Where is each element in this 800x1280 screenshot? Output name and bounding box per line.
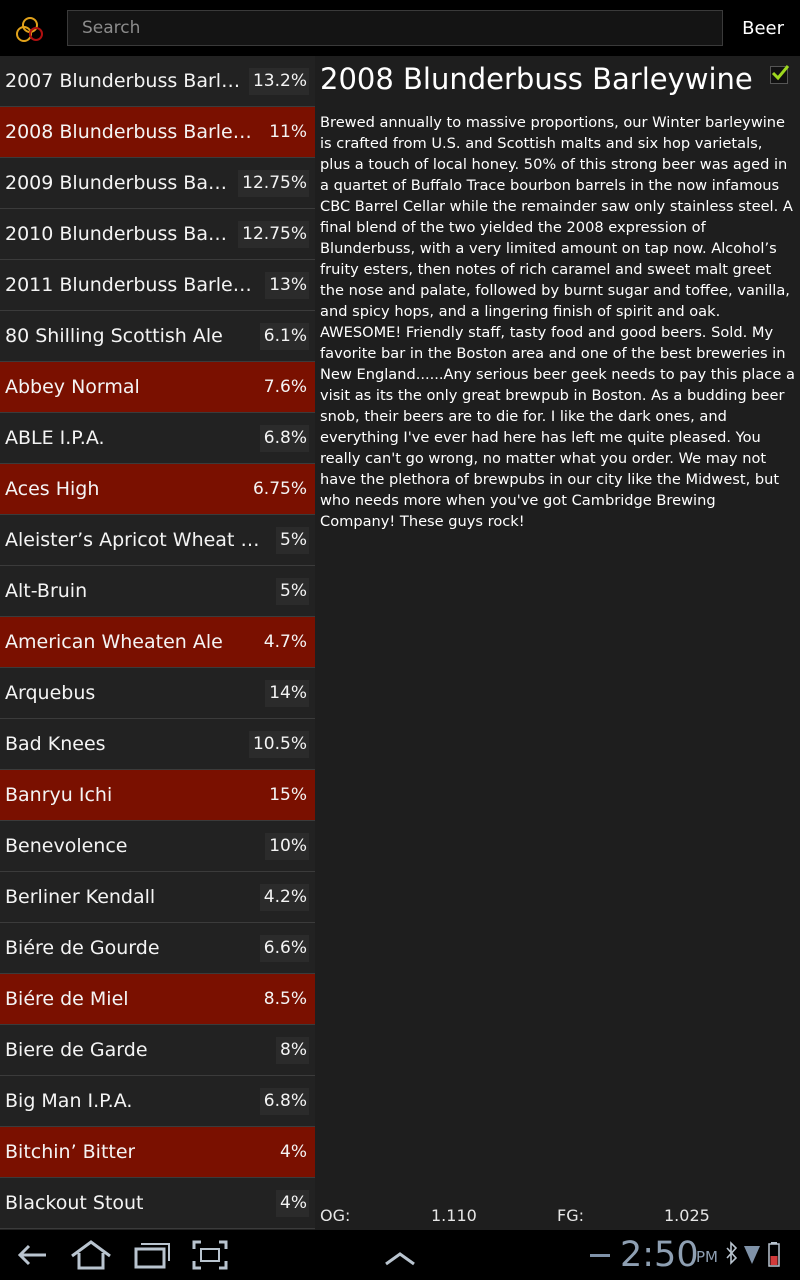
beer-list-item[interactable]: Biére de Miel 8.5% (0, 974, 315, 1025)
fg-label: FG: (557, 1206, 584, 1225)
beer-abv: 8% (276, 1037, 309, 1064)
beer-detail-pane: 2008 Blunderbuss Barleywine Brewed annua… (315, 56, 800, 1230)
beer-abv: 8.5% (259, 986, 309, 1013)
og-value: 1.110 (431, 1206, 477, 1225)
gravity-readout: OG: 1.110 FG: 1.025 (320, 1206, 795, 1230)
beer-name: Berliner Kendall (5, 886, 156, 908)
beer-title: 2008 Blunderbuss Barleywine (320, 62, 753, 96)
beer-name: 2009 Blunderbuss Barle... (5, 172, 232, 194)
action-bar: Beer (0, 0, 800, 56)
beer-name: 80 Shilling Scottish Ale (5, 325, 223, 347)
beer-name: Alt-Bruin (5, 580, 88, 602)
beer-list-item[interactable]: 2010 Blunderbuss Barle... 12.75% (0, 209, 315, 260)
beer-abv: 5% (276, 527, 309, 554)
beer-name: Bitchin’ Bitter (5, 1141, 136, 1163)
signal-icon (742, 1238, 762, 1272)
beer-list-item[interactable]: ABLE I.P.A. 6.8% (0, 413, 315, 464)
beer-abv: 12.75% (238, 221, 309, 248)
beer-name: Biere de Garde (5, 1039, 148, 1061)
beer-list[interactable]: 2007 Blunderbuss Barley... 13.2% 2008 Blun… (0, 56, 315, 1230)
beer-list-item[interactable]: Biére de Gourde 6.6% (0, 923, 315, 974)
beer-list-item[interactable]: Aces High 6.75% (0, 464, 315, 515)
beer-list-item[interactable]: 2008 Blunderbuss Barleywi... 11% (0, 107, 315, 158)
beer-abv: 6.75% (248, 476, 309, 503)
cbc-logo-icon[interactable] (12, 12, 48, 46)
beer-abv: 12.75% (238, 170, 309, 197)
beer-abv: 10% (265, 833, 309, 860)
beer-list-item[interactable]: Big Man I.P.A. 6.8% (0, 1076, 315, 1127)
beer-name: Abbey Normal (5, 376, 140, 398)
beer-name: Aleister’s Apricot Wheat Ale (5, 529, 270, 551)
beer-abv: 5% (276, 578, 309, 605)
beer-abv: 4% (276, 1139, 309, 1166)
beer-abv: 4.2% (259, 884, 309, 911)
beer-list-item[interactable]: Biere de Garde 8% (0, 1025, 315, 1076)
beer-name: Banryu Ichi (5, 784, 113, 806)
battery-icon (766, 1238, 782, 1272)
beer-name: Arquebus (5, 682, 96, 704)
home-icon[interactable] (68, 1238, 114, 1272)
beer-name: ABLE I.P.A. (5, 427, 105, 449)
beer-list-item[interactable]: 80 Shilling Scottish Ale 6.1% (0, 311, 315, 362)
beer-name: 2010 Blunderbuss Barle... (5, 223, 232, 245)
beer-name: 2011 Blunderbuss Barleywi... (5, 274, 259, 296)
beer-description: Brewed annually to massive proportions, … (320, 114, 795, 530)
beer-list-item[interactable]: Berliner Kendall 4.2% (0, 872, 315, 923)
beer-list-item[interactable]: Benevolence 10% (0, 821, 315, 872)
beer-abv: 11% (265, 119, 309, 146)
beer-name: Blackout Stout (5, 1192, 144, 1214)
beer-name: Biére de Miel (5, 988, 129, 1010)
beer-abv: 14% (265, 680, 309, 707)
search-box[interactable] (67, 10, 723, 46)
beer-abv: 10.5% (248, 731, 309, 758)
notification-dash-icon (588, 1238, 612, 1272)
clock-time: 2:50 (620, 1235, 699, 1275)
back-icon[interactable] (12, 1238, 52, 1272)
beer-type-label[interactable]: Beer (742, 0, 784, 56)
recent-apps-icon[interactable] (132, 1238, 172, 1272)
screenshot-icon[interactable] (190, 1238, 230, 1272)
beer-name: Aces High (5, 478, 100, 500)
beer-list-item[interactable]: Banryu Ichi 15% (0, 770, 315, 821)
beer-list-item[interactable]: 2007 Blunderbuss Barley... 13.2% (0, 56, 315, 107)
beer-list-item[interactable]: American Wheaten Ale 4.7% (0, 617, 315, 668)
beer-abv: 7.6% (259, 374, 309, 401)
beer-abv: 4.7% (259, 629, 309, 656)
beer-name: Biére de Gourde (5, 937, 160, 959)
favorite-checkbox[interactable] (770, 65, 789, 84)
beer-abv: 13.2% (248, 68, 309, 95)
beer-list-item[interactable]: Blackout Stout 4% (0, 1178, 315, 1229)
clock-ampm: PM (696, 1248, 718, 1266)
beer-list-item[interactable]: Arquebus 14% (0, 668, 315, 719)
beer-name: Bad Knees (5, 733, 106, 755)
beer-list-item[interactable]: Alt-Bruin 5% (0, 566, 315, 617)
checkmark-icon (771, 65, 789, 81)
beer-abv: 15% (265, 782, 309, 809)
bluetooth-icon (724, 1238, 740, 1272)
beer-name: 2007 Blunderbuss Barley... (5, 70, 243, 92)
beer-abv: 6.8% (259, 1088, 309, 1115)
beer-list-item[interactable]: Bitchin’ Bitter 4% (0, 1127, 315, 1178)
beer-abv: 6.1% (259, 323, 309, 350)
beer-list-item[interactable]: Abbey Normal 7.6% (0, 362, 315, 413)
fg-value: 1.025 (664, 1206, 710, 1225)
beer-list-item[interactable]: Aleister’s Apricot Wheat Ale 5% (0, 515, 315, 566)
beer-abv: 6.8% (259, 425, 309, 452)
beer-name: American Wheaten Ale (5, 631, 223, 653)
system-bar: 2:50 PM (0, 1230, 800, 1280)
beer-name: 2008 Blunderbuss Barleywi... (5, 121, 259, 143)
beer-list-item[interactable]: 2009 Blunderbuss Barle... 12.75% (0, 158, 315, 209)
beer-abv: 4% (276, 1190, 309, 1217)
search-input[interactable] (68, 11, 722, 45)
beer-name: Big Man I.P.A. (5, 1090, 133, 1112)
og-label: OG: (320, 1206, 351, 1225)
beer-list-item[interactable]: Bad Knees 10.5% (0, 719, 315, 770)
beer-abv: 13% (265, 272, 309, 299)
beer-list-item[interactable]: 2011 Blunderbuss Barleywi... 13% (0, 260, 315, 311)
chevron-up-icon[interactable] (382, 1238, 418, 1272)
beer-abv: 6.6% (259, 935, 309, 962)
beer-name: Benevolence (5, 835, 128, 857)
